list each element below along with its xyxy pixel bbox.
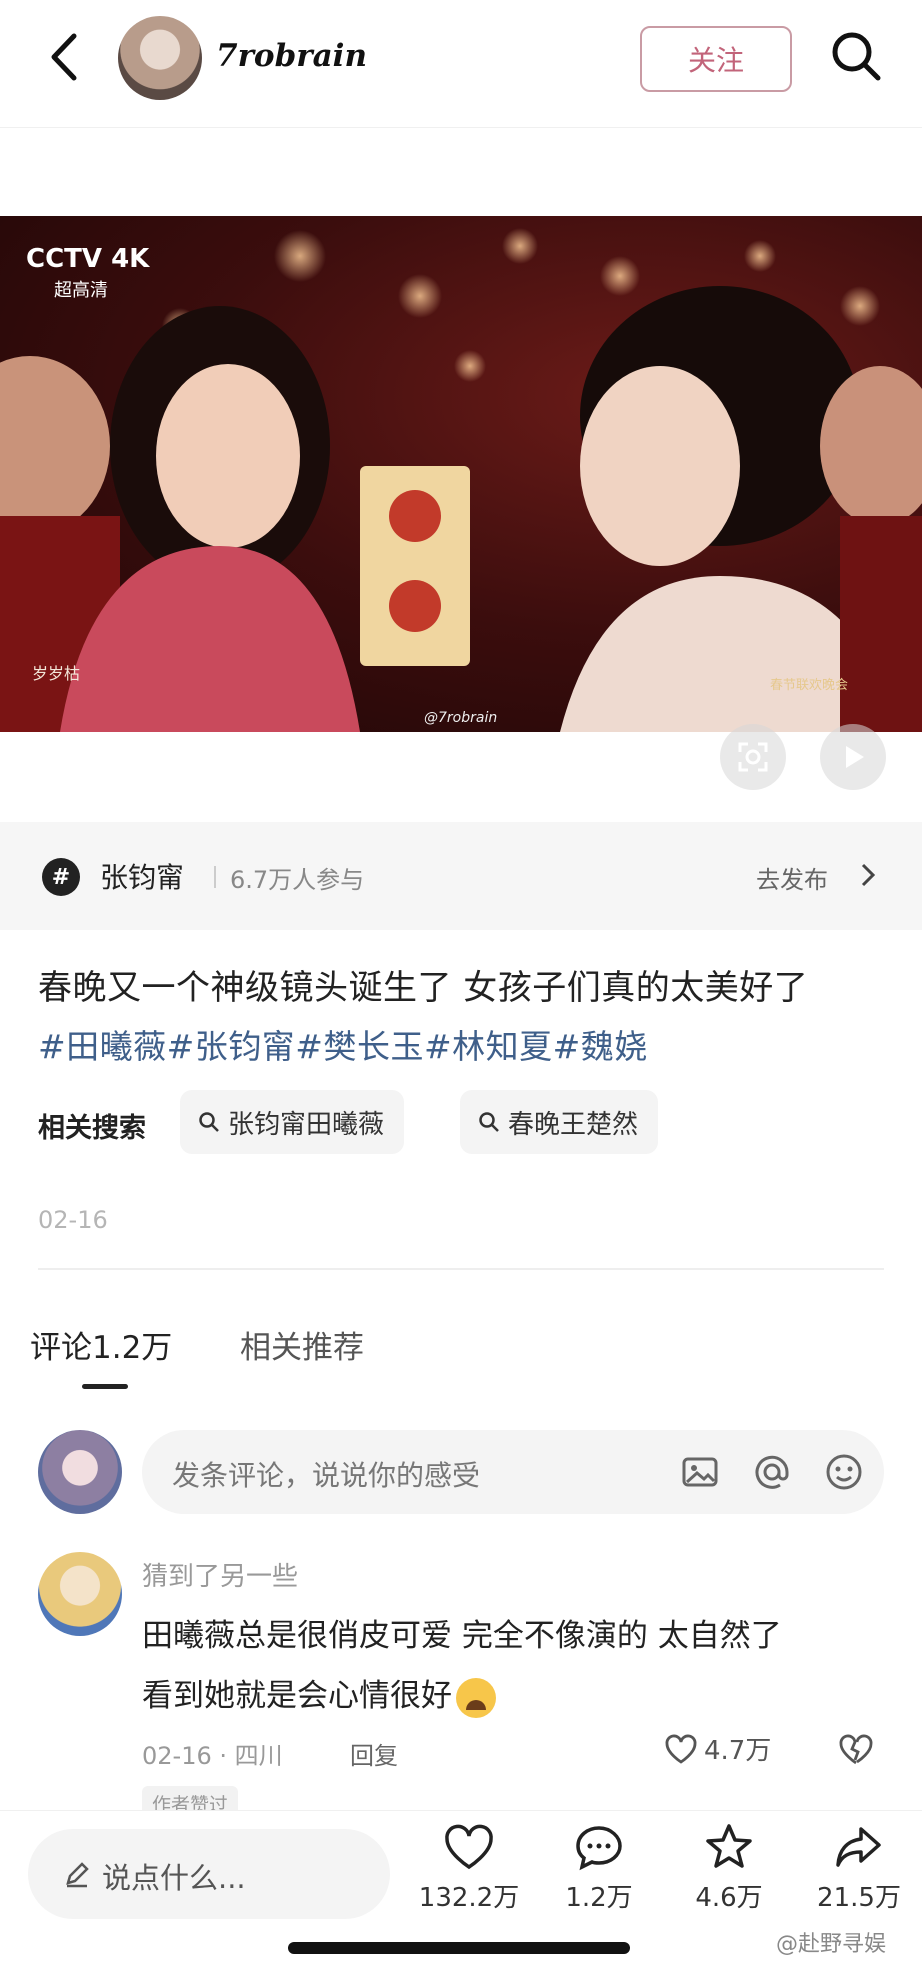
topic-participants: 6.7万人参与 <box>230 866 365 894</box>
related-search-chip[interactable]: 张钧甯田曦薇 <box>180 1090 405 1154</box>
chevron-right-icon <box>860 862 876 892</box>
related-search-text: 春晚王楚然 <box>508 1109 639 1140</box>
share-count: 21.5万 <box>817 1883 901 1913</box>
broken-heart-icon[interactable] <box>838 1732 874 1770</box>
image-icon[interactable] <box>678 1450 722 1494</box>
comment-like-count: 4.7万 <box>704 1736 772 1766</box>
crying-emoji-icon <box>456 1677 496 1718</box>
divider <box>38 1268 884 1270</box>
emoji-icon[interactable] <box>822 1450 866 1494</box>
post-date: 02-16 <box>38 1206 108 1234</box>
program-watermark: 春节联欢晚会 <box>770 678 849 693</box>
search-icon <box>199 1112 219 1132</box>
post-hashtags[interactable]: #田曦薇#张钧甯#樊长玉#林知夏#魏娆 <box>38 1020 648 1068</box>
topic-name: 张钧甯 <box>100 861 185 894</box>
cctv-logo: CCTV 4K <box>26 244 150 274</box>
hashtag-icon: # <box>42 858 80 896</box>
follow-button[interactable]: 关注 <box>640 26 792 92</box>
comment-like-button[interactable]: 4.7万 <box>664 1730 771 1767</box>
video-thumbnail[interactable]: CCTV 4K 超高清 岁岁枯 @7robrain 春节联欢晚会 <box>0 216 922 732</box>
like-button[interactable]: 132.2万 <box>404 1823 534 1914</box>
top-nav-bar: 7robrain 关注 <box>0 0 922 128</box>
comment-count: 1.2万 <box>565 1883 633 1913</box>
search-icon[interactable] <box>828 28 884 84</box>
home-indicator[interactable] <box>288 1942 630 1954</box>
heart-icon <box>445 1824 493 1870</box>
related-search-label: 相关搜索 <box>38 1113 146 1144</box>
comment-button[interactable]: 1.2万 <box>534 1823 664 1914</box>
comment-input[interactable]: 发条评论，说说你的感受 <box>142 1430 884 1514</box>
active-tab-indicator <box>82 1384 128 1389</box>
post-caption: 春晚又一个神级镜头诞生了 女孩子们真的太美好了 <box>38 968 809 1008</box>
topic-divider <box>214 866 216 888</box>
comment-bubble-icon <box>576 1826 622 1871</box>
cctv-logo-subtitle: 超高清 <box>54 280 108 301</box>
publish-link[interactable]: 去发布 <box>756 860 828 895</box>
author-username[interactable]: 7robrain <box>216 38 367 74</box>
corner-watermark: @赴野寻娱 <box>776 1932 887 1957</box>
back-icon[interactable] <box>42 30 86 84</box>
pencil-icon <box>66 1862 89 1888</box>
related-search-text: 张钧甯田曦薇 <box>228 1109 385 1140</box>
like-count: 132.2万 <box>418 1883 520 1913</box>
reply-button[interactable]: 回复 <box>350 1736 398 1771</box>
search-icon <box>479 1112 499 1132</box>
favorite-count: 4.6万 <box>695 1883 763 1913</box>
tab-comments[interactable]: 评论1.2万 <box>30 1322 172 1367</box>
heart-icon <box>665 1734 697 1764</box>
comment-text: 看到她就是会心情很好 <box>142 1678 452 1714</box>
comment-input-placeholder: 发条评论，说说你的感受 <box>172 1459 481 1492</box>
topic-bar[interactable]: # 张钧甯 6.7万人参与 去发布 <box>0 822 922 930</box>
star-icon <box>706 1824 752 1868</box>
video-overlay-caption: 岁岁枯 <box>32 664 81 683</box>
commenter-avatar[interactable] <box>38 1552 122 1636</box>
share-button[interactable]: 21.5万 <box>794 1823 922 1914</box>
comment-text-line: 看到她就是会心情很好 <box>142 1670 496 1718</box>
commenter-username[interactable]: 猜到了另一些 <box>142 1556 298 1593</box>
mention-icon[interactable] <box>750 1450 794 1494</box>
video-scene <box>0 228 922 732</box>
comment-text-line: 田曦薇总是很俏皮可爱 完全不像演的 太自然了 <box>142 1618 782 1654</box>
favorite-button[interactable]: 4.6万 <box>664 1823 794 1914</box>
current-user-avatar <box>38 1430 122 1514</box>
say-something-placeholder: 说点什么... <box>102 1861 246 1895</box>
play-icon[interactable] <box>820 724 886 790</box>
screenshot-scan-icon[interactable] <box>720 724 786 790</box>
say-something-input[interactable]: 说点什么... <box>28 1829 390 1919</box>
related-search-chip[interactable]: 春晚王楚然 <box>460 1090 659 1154</box>
share-arrow-icon <box>836 1827 881 1867</box>
video-watermark: @7robrain <box>424 710 498 726</box>
tab-recommend[interactable]: 相关推荐 <box>240 1322 364 1367</box>
author-avatar[interactable] <box>118 16 202 100</box>
comment-meta: 02-16 · 四川 <box>142 1742 283 1770</box>
